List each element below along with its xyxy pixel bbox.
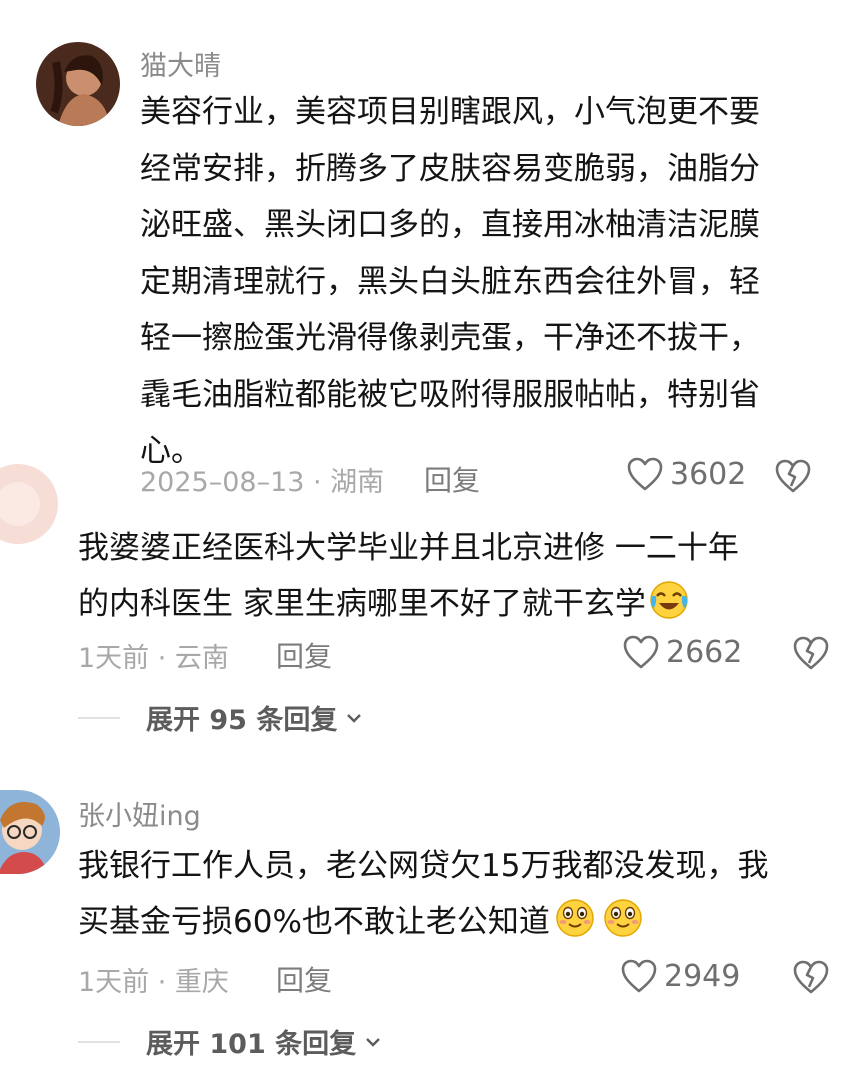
avatar[interactable] [0,790,60,874]
comment-item: 猫大晴 美容行业，美容项目别瞎跟风，小气泡更不要 经常安排，折腾多了皮肤容易变脆… [0,0,868,500]
comment-item: 我婆婆正经医科大学毕业并且北京进修 一二十年 的内科医生 家里生病哪里不好了就干… [0,464,868,760]
comment-meta: 1天前 · 云南 [78,643,229,674]
like-count: 3602 [670,456,747,492]
reply-button[interactable]: 回复 [276,959,332,999]
avatar[interactable] [36,42,120,126]
reply-button[interactable]: 回复 [424,459,480,499]
dislike-button[interactable] [774,458,812,498]
dislike-button[interactable] [792,959,830,999]
reply-button[interactable]: 回复 [276,635,332,675]
smile-emoji [604,899,642,937]
comment-line: 经常安排，折腾多了皮肤容易变脆弱，油脂分 [140,150,760,187]
like-button[interactable]: 2662 [622,634,742,670]
like-button[interactable]: 2949 [620,958,740,994]
expand-replies-label: 展开 101 条回复 [146,1029,357,1060]
broken-heart-icon [793,960,829,994]
comment-line: 定期清理就行，黑头白头脏东西会往外冒，轻 [140,263,760,300]
divider [78,1040,120,1043]
comment-text: 我婆婆正经医科大学毕业并且北京进修 一二十年 的内科医生 家里生病哪里不好了就干… [78,520,739,632]
comment-line: 买基金亏损60%也不敢让老公知道 [78,894,768,950]
crying-laugh-emoji [650,581,688,619]
heart-outline-icon [621,959,657,993]
comment-text: 美容行业，美容项目别瞎跟风，小气泡更不要 经常安排，折腾多了皮肤容易变脆弱，油脂… [140,84,760,480]
comment-item: 张小妞ing 我银行工作人员，老公网贷欠15万我都没发现，我 买基金亏损60%也… [0,760,868,1088]
chevron-down-icon [347,713,362,723]
chevron-down-icon [366,1037,381,1047]
comment-line: 美容行业，美容项目别瞎跟风，小气泡更不要 [140,94,760,130]
username[interactable]: 猫大晴 [140,44,221,83]
broken-heart-icon [775,459,811,493]
divider [78,716,120,719]
comment-line: 的内科医生 家里生病哪里不好了就干玄学 [78,576,739,632]
comment-line-text: 的内科医生 家里生病哪里不好了就干玄学 [78,586,646,622]
like-count: 2662 [666,634,743,670]
like-button[interactable]: 3602 [626,456,746,492]
comment-line: 我婆婆正经医科大学毕业并且北京进修 一二十年 [78,530,739,566]
username[interactable]: 张小妞ing [78,794,201,833]
like-count: 2949 [664,958,741,994]
comment-line: 轻一擦脸蛋光滑得像剥壳蛋，干净还不拔干， [140,320,760,356]
expand-replies-label: 展开 95 条回复 [146,705,338,736]
broken-heart-icon [793,636,829,670]
comment-meta: 1天前 · 重庆 [78,967,229,998]
comment-line: 我银行工作人员，老公网贷欠15万我都没发现，我 [78,848,769,884]
comment-text: 我银行工作人员，老公网贷欠15万我都没发现，我 买基金亏损60%也不敢让老公知道 [78,838,768,950]
heart-outline-icon [623,635,659,669]
expand-replies-button[interactable]: 展开 101 条回复 [78,1022,382,1061]
heart-outline-icon [627,457,663,491]
dislike-button[interactable] [792,635,830,675]
comment-line: 泌旺盛、黑头闭口多的，直接用冰柚清洁泥膜 [140,207,760,243]
expand-replies-button[interactable]: 展开 95 条回复 [78,698,363,737]
comment-line: 毳毛油脂粒都能被它吸附得服服帖帖，特别省 [140,376,760,413]
smile-emoji [556,899,594,937]
comment-line-text: 买基金亏损60%也不敢让老公知道 [78,904,550,940]
comment-meta: 2025–08–13 · 湖南 [140,467,385,498]
